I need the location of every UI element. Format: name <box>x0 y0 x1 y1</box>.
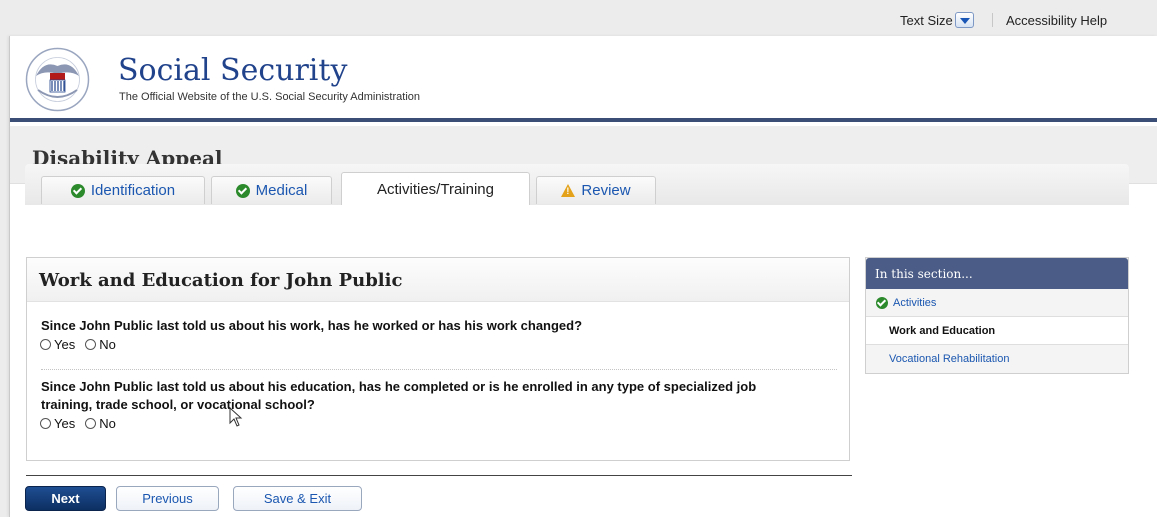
question-work: Since John Public last told us about his… <box>41 318 583 333</box>
section-nav-title: In this section... <box>866 258 1128 289</box>
tab-label: Review <box>581 182 631 199</box>
option-label: Yes <box>54 337 76 352</box>
section-nav-label: Work and Education <box>889 324 996 337</box>
tab-review[interactable]: Review <box>536 176 656 204</box>
section-nav-item-vocational-rehabilitation[interactable]: Vocational Rehabilitation <box>866 345 1128 373</box>
form-footer-rule <box>26 475 852 476</box>
radio-button[interactable] <box>85 418 97 429</box>
option-label: Yes <box>54 416 76 431</box>
save-exit-button[interactable]: Save & Exit <box>233 486 362 511</box>
site-header: Social Security The Official Website of … <box>10 36 1157 122</box>
tab-label: Activities/Training <box>377 180 494 198</box>
option-label: No <box>99 416 116 431</box>
section-tabs: Identification Medical Activities/Traini… <box>25 164 1129 205</box>
education-no-option[interactable]: No <box>85 416 116 431</box>
next-button[interactable]: Next <box>25 486 106 511</box>
work-no-option[interactable]: No <box>85 337 116 352</box>
ssa-seal-logo[interactable] <box>24 46 91 113</box>
tab-activities-training[interactable]: Activities/Training <box>341 172 530 205</box>
option-label: No <box>99 337 116 352</box>
question-work-options: Yes No <box>40 337 126 352</box>
work-yes-option[interactable]: Yes <box>40 337 75 352</box>
site-tagline: The Official Website of the U.S. Social … <box>119 91 421 103</box>
tab-identification[interactable]: Identification <box>41 176 205 204</box>
work-education-form: Work and Education for John Public Since… <box>26 257 850 461</box>
tab-label: Medical <box>255 182 308 199</box>
form-title: Work and Education for John Public <box>39 270 403 291</box>
radio-button[interactable] <box>40 339 51 350</box>
site-title[interactable]: Social Security <box>118 53 347 88</box>
previous-button[interactable]: Previous <box>116 486 219 511</box>
section-nav: In this section... Activities Work and E… <box>865 257 1129 374</box>
section-nav-label: Activities <box>893 296 937 309</box>
check-circle-icon <box>235 183 250 198</box>
question-education-options: Yes No <box>40 416 126 431</box>
tab-medical[interactable]: Medical <box>211 176 332 204</box>
section-nav-item-activities[interactable]: Activities <box>866 289 1128 317</box>
mouse-pointer-icon <box>229 407 243 427</box>
warning-icon <box>561 184 576 197</box>
check-circle-icon <box>70 183 85 198</box>
tab-label: Identification <box>90 182 176 199</box>
radio-button[interactable] <box>40 418 51 429</box>
utility-divider <box>992 13 993 27</box>
chevron-down-icon[interactable] <box>954 12 974 28</box>
education-yes-option[interactable]: Yes <box>40 416 75 431</box>
question-divider <box>41 369 837 370</box>
form-header: Work and Education for John Public <box>27 258 849 302</box>
radio-button[interactable] <box>85 339 97 350</box>
text-size-label: Text Size <box>900 12 953 28</box>
section-nav-label: Vocational Rehabilitation <box>889 353 1010 365</box>
check-circle-icon <box>876 296 888 309</box>
question-education: Since John Public last told us about his… <box>41 379 757 412</box>
text-size-control[interactable]: Text Size <box>900 12 974 28</box>
section-nav-item-work-education[interactable]: Work and Education <box>866 317 1128 345</box>
accessibility-help-link[interactable]: Accessibility Help <box>1006 13 1107 28</box>
utility-bar: Text Size Accessibility Help <box>0 0 1157 36</box>
